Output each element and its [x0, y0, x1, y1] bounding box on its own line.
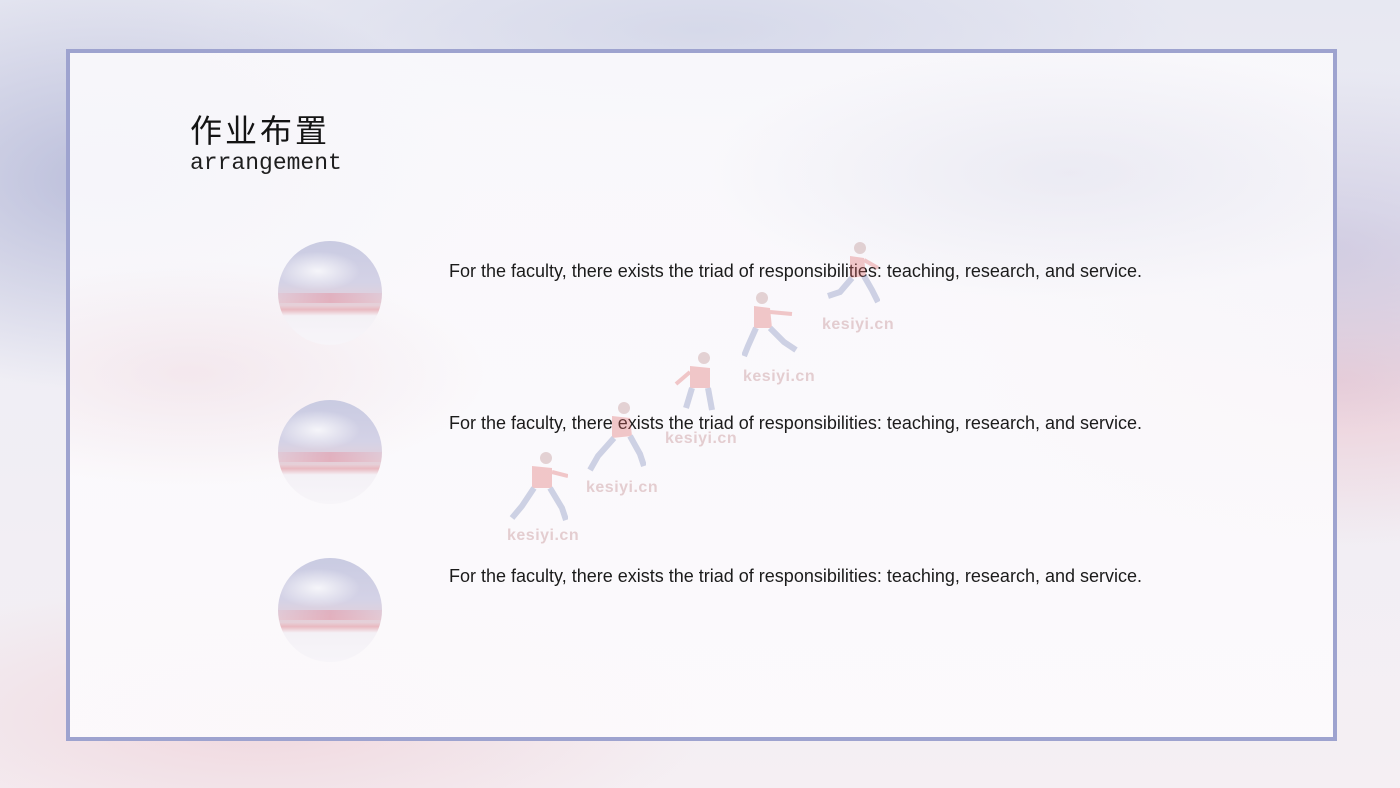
runner-watermark-icon	[674, 352, 715, 411]
watermark-text: kesiyi.cn	[743, 368, 816, 385]
runner-watermark-icon	[827, 242, 880, 304]
item-image-3	[278, 558, 382, 662]
watermark-text: kesiyi.cn	[665, 430, 738, 447]
item-image-2	[278, 400, 382, 504]
item-text-1: For the faculty, there exists the triad …	[449, 261, 1142, 281]
item-text-2: For the faculty, there exists the triad …	[449, 413, 1142, 433]
item-text-3: For the faculty, there exists the triad …	[449, 566, 1142, 586]
runner-watermark-icon	[742, 292, 798, 358]
watermark-text: kesiyi.cn	[586, 479, 659, 496]
watermark-text: kesiyi.cn	[507, 527, 580, 544]
runner-watermark-icon	[587, 402, 646, 472]
item-image-1	[278, 241, 382, 345]
page-subtitle: arrangement	[190, 150, 342, 176]
watermark-text: kesiyi.cn	[822, 316, 895, 333]
page-title: 作业布置	[190, 112, 331, 150]
runner-watermark-icon	[509, 452, 568, 521]
